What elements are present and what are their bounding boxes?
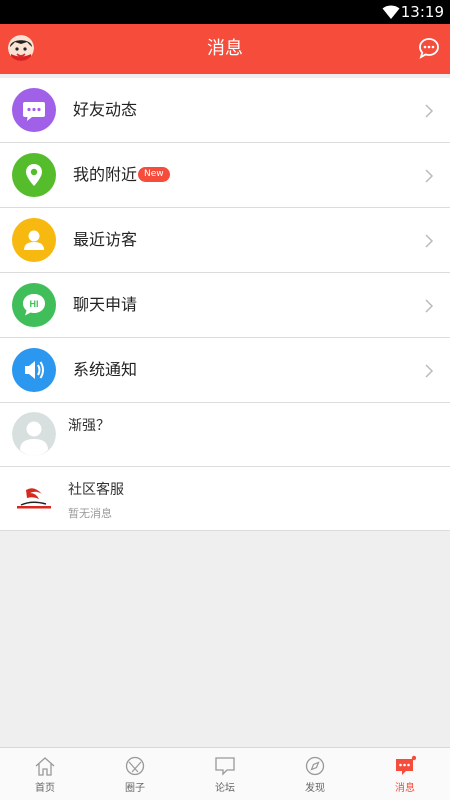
chevron-right-icon xyxy=(425,299,434,313)
menu-item-label: 聊天申请 xyxy=(73,295,138,314)
chevron-right-icon xyxy=(425,104,434,118)
menu-item-chat-requests[interactable]: HI 聊天申请 xyxy=(0,273,450,338)
chevron-right-icon xyxy=(425,364,434,378)
conversation-name: 社区客服 xyxy=(68,482,124,498)
message-icon xyxy=(12,88,56,132)
conversation-item[interactable]: 社区客服 暂无消息 xyxy=(0,467,450,531)
menu-item-label: 我的附近 xyxy=(73,165,138,184)
status-time: 13:19 xyxy=(400,3,444,21)
new-badge: New xyxy=(138,167,170,182)
conversation-preview: 暂无消息 xyxy=(68,507,112,520)
chevron-right-icon xyxy=(425,234,434,248)
tab-label: 消息 xyxy=(395,783,415,794)
location-pin-icon xyxy=(12,153,56,197)
home-icon xyxy=(35,757,55,776)
tab-label: 论坛 xyxy=(215,783,235,794)
tab-messages[interactable]: 消息 xyxy=(360,748,450,800)
menu-item-friend-updates[interactable]: 好友动态 xyxy=(0,78,450,143)
speaker-icon xyxy=(12,348,56,392)
community-logo xyxy=(12,476,56,520)
forum-icon xyxy=(215,757,235,776)
conversation-item[interactable]: 渐强？ xyxy=(0,403,450,467)
message-list: 好友动态 我的附近 New 最近访客 HI 聊天申请 系统通知 渐强？ 社区客服… xyxy=(0,78,450,531)
menu-item-label: 好友动态 xyxy=(73,100,138,119)
default-avatar xyxy=(12,412,56,456)
tab-label: 圈子 xyxy=(125,783,145,794)
tab-home[interactable]: 首页 xyxy=(0,748,90,800)
svg-text:HI: HI xyxy=(30,299,39,309)
bottom-tab-bar: 首页 圈子 论坛 发现 消息 xyxy=(0,747,450,800)
menu-item-system-notices[interactable]: 系统通知 xyxy=(0,338,450,403)
menu-item-label: 最近访客 xyxy=(73,230,138,249)
circle-icon xyxy=(125,756,145,776)
chevron-right-icon xyxy=(425,169,434,183)
conversation-name: 渐强？ xyxy=(68,418,110,434)
menu-item-label: 系统通知 xyxy=(73,360,138,379)
tab-label: 首页 xyxy=(35,783,55,794)
chat-bubble-icon[interactable] xyxy=(418,37,440,59)
tab-forum[interactable]: 论坛 xyxy=(180,748,270,800)
person-icon xyxy=(12,218,56,262)
menu-item-nearby[interactable]: 我的附近 New xyxy=(0,143,450,208)
menu-item-recent-visitors[interactable]: 最近访客 xyxy=(0,208,450,273)
wifi-icon xyxy=(382,5,400,19)
tab-label: 发现 xyxy=(305,783,325,794)
compass-icon xyxy=(305,756,325,776)
message-icon xyxy=(396,755,416,775)
tab-circle[interactable]: 圈子 xyxy=(90,748,180,800)
status-bar: 13:19 xyxy=(0,0,450,24)
page-title: 消息 xyxy=(207,38,243,59)
tab-discover[interactable]: 发现 xyxy=(270,748,360,800)
app-header: 消息 xyxy=(0,24,450,74)
hi-chat-icon: HI xyxy=(12,283,56,327)
